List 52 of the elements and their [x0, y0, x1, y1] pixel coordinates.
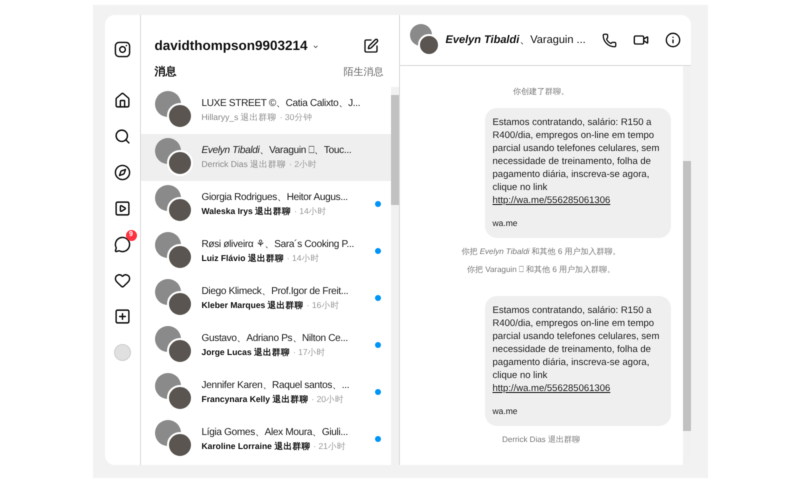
- logo-icon[interactable]: [114, 41, 130, 58]
- system-message: 你把 Evelyn Tibaldi 和其他 6 用户加入群聊。: [461, 246, 621, 258]
- account-name[interactable]: davidthompson9903214: [154, 36, 308, 56]
- message-link[interactable]: http://wa.me/556285061306: [492, 194, 662, 207]
- conversation-title: LUXE STREET ©、Catia Calixto、J...: [202, 97, 362, 110]
- last-message: Kleber Marques 退出群聊: [202, 300, 304, 312]
- last-message: Waleska Irys 退出群聊: [202, 206, 292, 218]
- message-time: · 21小时: [313, 441, 346, 452]
- message-time: · 2小时: [289, 159, 318, 170]
- play-icon[interactable]: [114, 200, 130, 217]
- compass-icon[interactable]: [114, 164, 130, 181]
- conversation-title: Giorgia Rodrigues、Heitor Augus...: [202, 191, 349, 204]
- conversation-item[interactable]: Evelyn Tibaldi、Varaguin ⎕、Touc... Derrick Dias 退出群聊 · 2小时: [140, 134, 390, 181]
- chat-title[interactable]: Evelyn Tibaldi、Varaguin ...: [446, 32, 596, 48]
- conversation-title: Diego Klimeck、Prof.Igor de Freit...: [202, 285, 350, 298]
- last-message: Karoline Lorraine 退出群聊: [202, 441, 310, 452]
- last-message: Francynara Kelly 退出群聊: [202, 394, 308, 406]
- avatar-photo: [418, 34, 440, 56]
- heart-icon[interactable]: [114, 272, 130, 289]
- conversation-title: Gustavo、Adriano Ps、Nilton Ce...: [202, 332, 349, 346]
- message-time: · 14小时: [286, 253, 320, 264]
- message-time: · 30分钟: [280, 112, 312, 124]
- requests-link[interactable]: 陌生消息: [344, 65, 384, 80]
- system-message: 你把 Varaguin ⎕ 和其他 6 用户加入群聊。: [467, 264, 615, 276]
- section-heading: 消息: [154, 64, 176, 80]
- last-message: Hillaryy_s 退出群聊: [202, 112, 277, 124]
- avatar-photo: [166, 150, 192, 176]
- last-message: Derrick Dias 退出群聊: [202, 159, 286, 170]
- phone-icon[interactable]: [602, 32, 616, 48]
- messenger-icon[interactable]: [114, 236, 130, 253]
- search-icon[interactable]: [114, 128, 130, 145]
- link-preview[interactable]: wa.me: [492, 217, 662, 230]
- scrollbar[interactable]: [682, 66, 690, 465]
- conversation-title: Jennifer Karen、Raquel santos、...: [202, 379, 350, 392]
- message-time: · 17小时: [292, 347, 326, 358]
- message-link[interactable]: http://wa.me/556285061306: [492, 382, 662, 395]
- message-time: · 16小时: [306, 300, 340, 312]
- last-message: Jorge Lucas 退出群聊: [202, 347, 290, 358]
- conversation-title: Lígia Gomes、Alex Moura、Giuli...: [202, 426, 349, 440]
- info-icon[interactable]: [664, 32, 680, 48]
- system-message: 你创建了群聊。: [513, 86, 569, 98]
- message-time: · 14小时: [294, 206, 327, 218]
- compose-icon[interactable]: [362, 38, 378, 54]
- system-message: Derrick Dias 退出群聊: [502, 434, 580, 446]
- conversation-title: Evelyn Tibaldi、Varaguin ⎕、Touc...: [202, 144, 352, 158]
- last-message: Luiz Flávio 退出群聊: [202, 253, 284, 264]
- link-preview[interactable]: wa.me: [492, 404, 662, 418]
- plus-icon[interactable]: [114, 308, 130, 325]
- message-time: · 20小时: [311, 394, 344, 406]
- caret-icon[interactable]: ⌄: [312, 41, 320, 52]
- home-icon[interactable]: [114, 92, 130, 109]
- conversation-title: Røsi øliveirα ⚘、Sara´s Cooking P...: [202, 238, 355, 252]
